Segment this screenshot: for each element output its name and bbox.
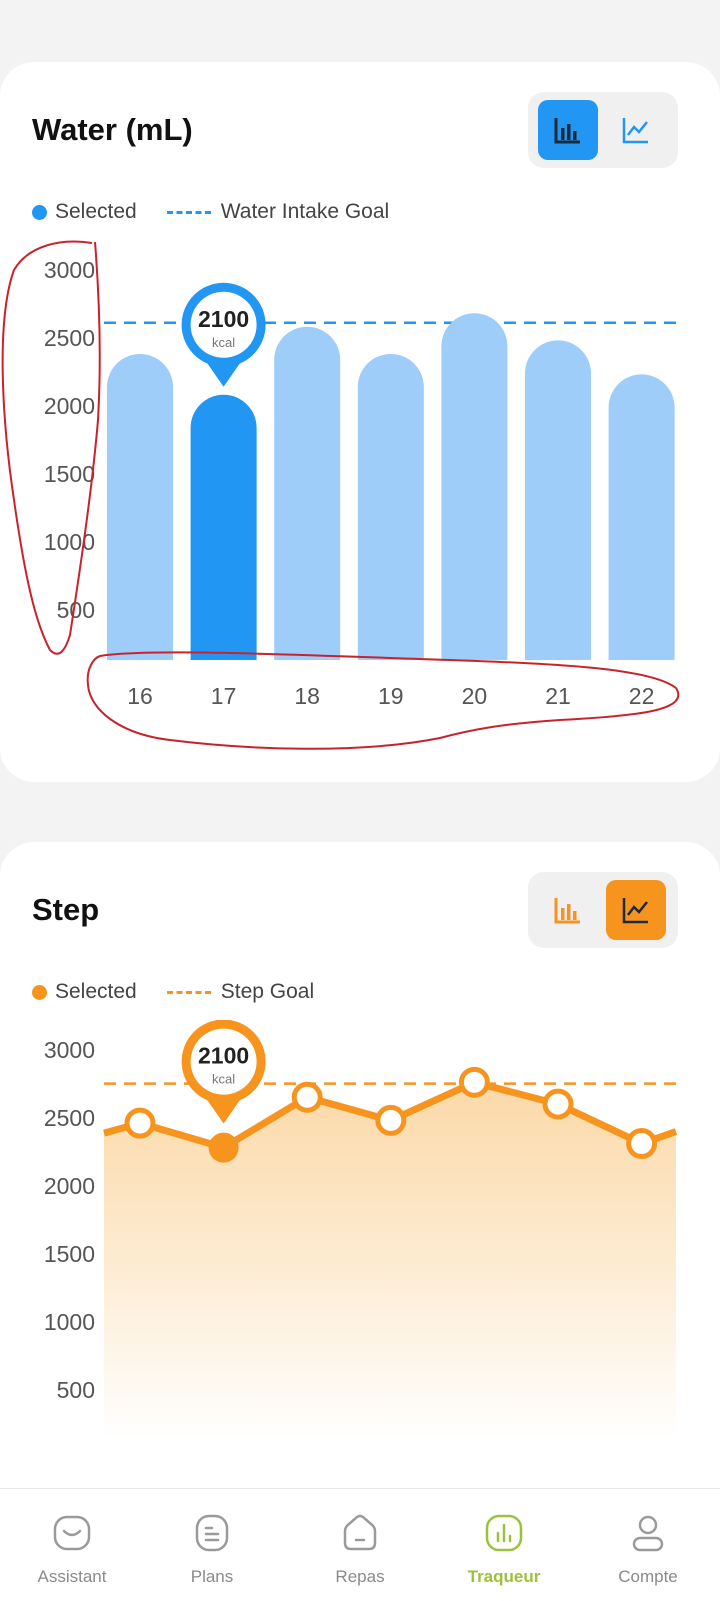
nav-label-plans: Plans (190, 1567, 234, 1586)
nav-label-traqueur: Traqueur (467, 1567, 541, 1586)
legend-goal-dash (166, 990, 211, 994)
x-tick-label: 18 (294, 683, 320, 709)
point[interactable] (542, 1088, 574, 1120)
bar-chart-icon (554, 118, 580, 144)
point[interactable] (626, 1128, 658, 1160)
water-legend: Selected Water Intake Goal (32, 200, 389, 224)
x-tick-label: 19 (378, 683, 404, 709)
tracker-icon (482, 1511, 526, 1555)
tooltip-value: 2100 (198, 1043, 249, 1069)
nav-item-repas[interactable]: Repas (288, 1489, 432, 1601)
y-tick-label: 2000 (44, 1173, 95, 1199)
step-title: Step (32, 892, 100, 927)
bar[interactable] (525, 340, 592, 660)
y-tick-label: 1000 (44, 529, 95, 555)
step-legend: Selected Step Goal (32, 980, 314, 1004)
bar[interactable] (107, 354, 173, 660)
bar-selected[interactable] (190, 394, 257, 660)
home-icon (338, 1511, 382, 1555)
bar-chart-icon (554, 898, 580, 924)
tooltip-unit: kcal (212, 335, 235, 350)
step-line-view-button[interactable] (606, 880, 666, 940)
point-selected[interactable] (208, 1132, 239, 1163)
y-tick-label: 2500 (44, 1105, 95, 1131)
point[interactable] (458, 1066, 490, 1098)
x-tick-label: 20 (462, 683, 488, 709)
legend-selected-label: Selected (55, 200, 137, 223)
legend-goal-dash (166, 210, 211, 214)
legend-goal-label: Water Intake Goal (220, 200, 390, 223)
x-tick-label: 22 (629, 683, 655, 709)
y-tick-label: 3000 (44, 1037, 95, 1063)
water-line-view-button[interactable] (606, 100, 666, 160)
y-tick-label: 3000 (44, 257, 95, 283)
legend-selected-label: Selected (55, 980, 137, 1003)
y-tick-label: 2000 (44, 393, 95, 419)
step-bar-view-button[interactable] (538, 880, 598, 940)
assistant-icon (50, 1511, 94, 1555)
nav-item-assistant[interactable]: Assistant (0, 1489, 144, 1601)
x-tick-label: 21 (545, 683, 571, 709)
nav-item-plans[interactable]: Plans (140, 1489, 284, 1601)
tooltip-value: 2100 (198, 306, 249, 332)
nav-item-traqueur[interactable]: Traqueur (432, 1489, 576, 1601)
bar[interactable] (441, 313, 508, 660)
nav-label-assistant: Assistant (37, 1567, 107, 1586)
step-tooltip: 2100 kcal (181, 1020, 266, 1124)
line-chart-icon (622, 898, 648, 924)
nav-item-compte[interactable]: Compte (576, 1489, 720, 1601)
step-area-chart: 3000 2500 2000 1500 1000 500 2100 kcal (44, 1020, 678, 1440)
bar[interactable] (274, 326, 341, 660)
point[interactable] (291, 1081, 323, 1113)
x-tick-label: 16 (127, 683, 153, 709)
y-tick-label: 2500 (44, 325, 95, 351)
water-bar-view-button[interactable] (538, 100, 598, 160)
x-tick-label: 17 (211, 683, 237, 709)
tooltip-unit: kcal (212, 1072, 235, 1087)
water-title: Water (mL) (32, 112, 193, 147)
bar[interactable] (608, 374, 675, 660)
line-chart-icon (622, 118, 648, 144)
point[interactable] (375, 1104, 407, 1136)
y-tick-label: 1500 (44, 461, 95, 487)
nav-label-repas: Repas (335, 1567, 385, 1586)
bottom-navigation: Assistant Plans Repas Traqueur Compte (0, 1488, 720, 1601)
water-tooltip: 2100 kcal (181, 282, 266, 387)
legend-goal-label: Step Goal (220, 980, 315, 1003)
nav-label-compte: Compte (618, 1567, 678, 1586)
plans-icon (190, 1511, 234, 1555)
step-view-toggle (528, 872, 678, 948)
legend-selected-dot (32, 984, 47, 1000)
account-icon (626, 1511, 670, 1555)
y-tick-label: 1000 (44, 1309, 95, 1335)
legend-selected-dot (32, 204, 47, 220)
y-tick-label: 1500 (44, 1241, 95, 1267)
water-bar-chart: 30002500200015001000500 16 17 18 19 20 21 22 2… (1, 240, 680, 750)
annotation-y-axis-circle (1, 240, 101, 655)
water-view-toggle (528, 92, 678, 168)
point[interactable] (124, 1107, 156, 1139)
bar[interactable] (357, 354, 424, 660)
y-tick-label: 500 (57, 1377, 95, 1403)
